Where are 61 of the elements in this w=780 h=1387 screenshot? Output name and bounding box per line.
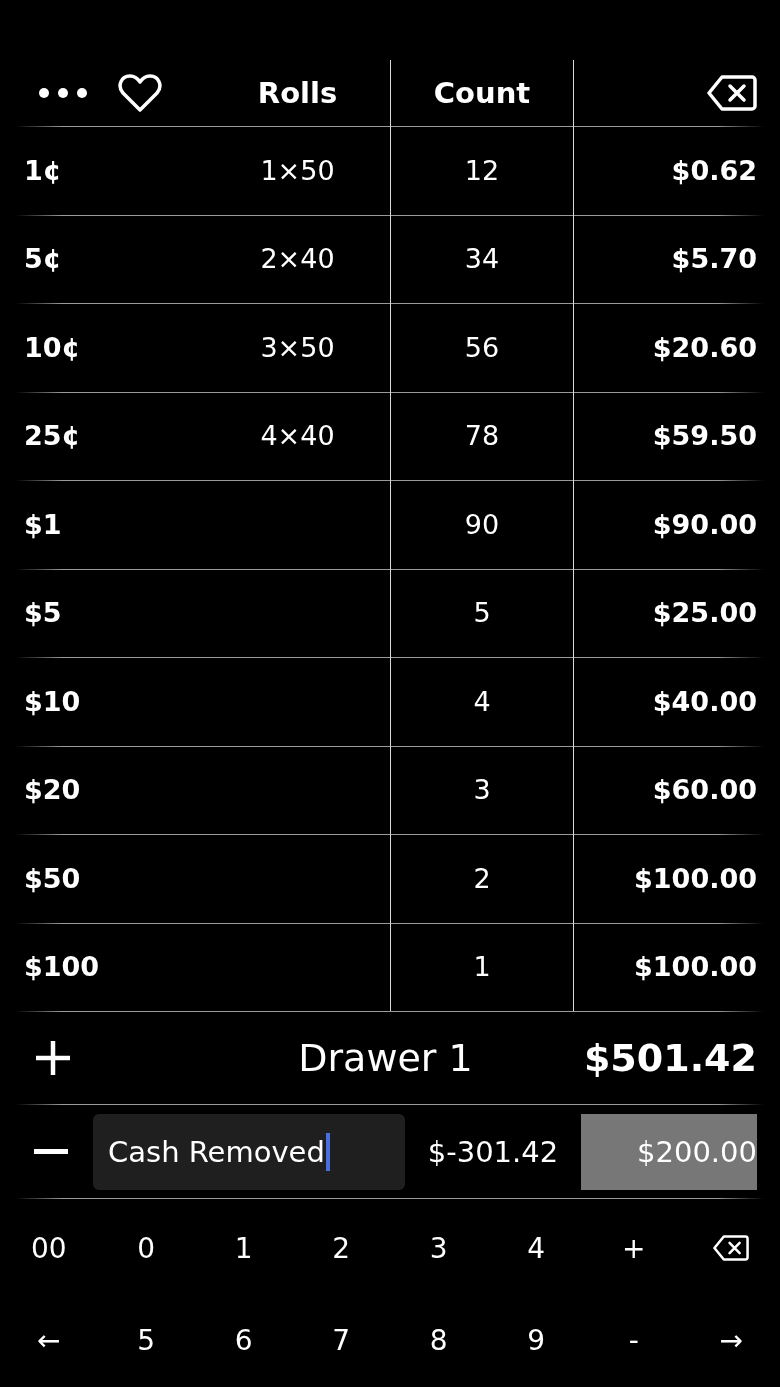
key[interactable]: + xyxy=(616,1227,652,1269)
drawer-name: Drawer 1 xyxy=(298,1035,473,1080)
key[interactable]: 00 xyxy=(24,1227,73,1269)
rolls-cell[interactable]: 2×40 xyxy=(260,243,335,275)
key[interactable]: 5 xyxy=(131,1319,162,1361)
key[interactable]: 6 xyxy=(228,1319,259,1361)
key[interactable]: 7 xyxy=(326,1319,357,1361)
count-cell[interactable]: 2 xyxy=(473,862,491,894)
count-cell[interactable]: 90 xyxy=(464,508,500,540)
amount-cell: $40.00 xyxy=(652,685,757,717)
denomination-label: $10 xyxy=(24,685,81,717)
note-field[interactable]: Cash Removed xyxy=(93,1113,405,1190)
column-header: Rolls xyxy=(257,76,338,110)
key[interactable]: - xyxy=(622,1319,645,1361)
more-icon[interactable] xyxy=(38,87,88,99)
denomination-label: $100 xyxy=(24,951,100,983)
heart-icon[interactable] xyxy=(118,73,162,113)
amount-cell: $5.70 xyxy=(671,243,757,275)
key[interactable]: 1 xyxy=(228,1227,259,1269)
drawer-total: $501.42 xyxy=(583,1035,757,1080)
denomination-label: 1¢ xyxy=(24,154,62,186)
rolls-cell[interactable]: 3×50 xyxy=(260,331,335,363)
denomination-label: 10¢ xyxy=(24,331,81,363)
amount-cell: $0.62 xyxy=(671,154,757,186)
amount-cell: $20.60 xyxy=(652,331,757,363)
count-cell[interactable]: 78 xyxy=(464,420,500,452)
key[interactable]: 9 xyxy=(521,1319,552,1361)
difference-value: $-301.42 xyxy=(426,1134,560,1169)
amount-cell: $90.00 xyxy=(652,508,757,540)
amount-cell: $100.00 xyxy=(634,951,757,983)
key[interactable]: 2 xyxy=(326,1227,357,1269)
amount-cell: $25.00 xyxy=(652,597,757,629)
denomination-label: $5 xyxy=(24,597,62,629)
denomination-label: $50 xyxy=(24,862,81,894)
count-cell[interactable]: 4 xyxy=(473,685,491,717)
count-cell[interactable]: 1 xyxy=(473,951,491,983)
denomination-label: $1 xyxy=(24,508,62,540)
count-cell[interactable]: 5 xyxy=(473,597,491,629)
plus-icon[interactable] xyxy=(34,1038,72,1077)
clear-icon[interactable] xyxy=(707,75,757,111)
count-cell[interactable]: 12 xyxy=(464,154,500,186)
count-cell[interactable]: 34 xyxy=(464,243,500,275)
column-header: Count xyxy=(433,76,531,110)
amount-cell: $60.00 xyxy=(652,774,757,806)
key[interactable]: → xyxy=(713,1319,749,1361)
amount-cell: $100.00 xyxy=(634,862,757,894)
amount-cell: $59.50 xyxy=(652,420,757,452)
denomination-label: 25¢ xyxy=(24,420,81,452)
key[interactable]: 8 xyxy=(423,1319,454,1361)
key[interactable]: 0 xyxy=(131,1227,162,1269)
count-cell[interactable]: 56 xyxy=(464,331,500,363)
key[interactable]: 4 xyxy=(521,1227,552,1269)
rolls-cell[interactable]: 4×40 xyxy=(260,420,335,452)
count-cell[interactable]: 3 xyxy=(473,774,491,806)
denomination-label: $20 xyxy=(24,774,81,806)
backspace-icon[interactable] xyxy=(713,1235,750,1261)
key[interactable]: ← xyxy=(31,1319,67,1361)
amount-field[interactable]: $200.00 xyxy=(581,1113,757,1190)
denomination-label: 5¢ xyxy=(24,243,62,275)
key[interactable]: 3 xyxy=(423,1227,454,1269)
rolls-cell[interactable]: 1×50 xyxy=(260,154,335,186)
